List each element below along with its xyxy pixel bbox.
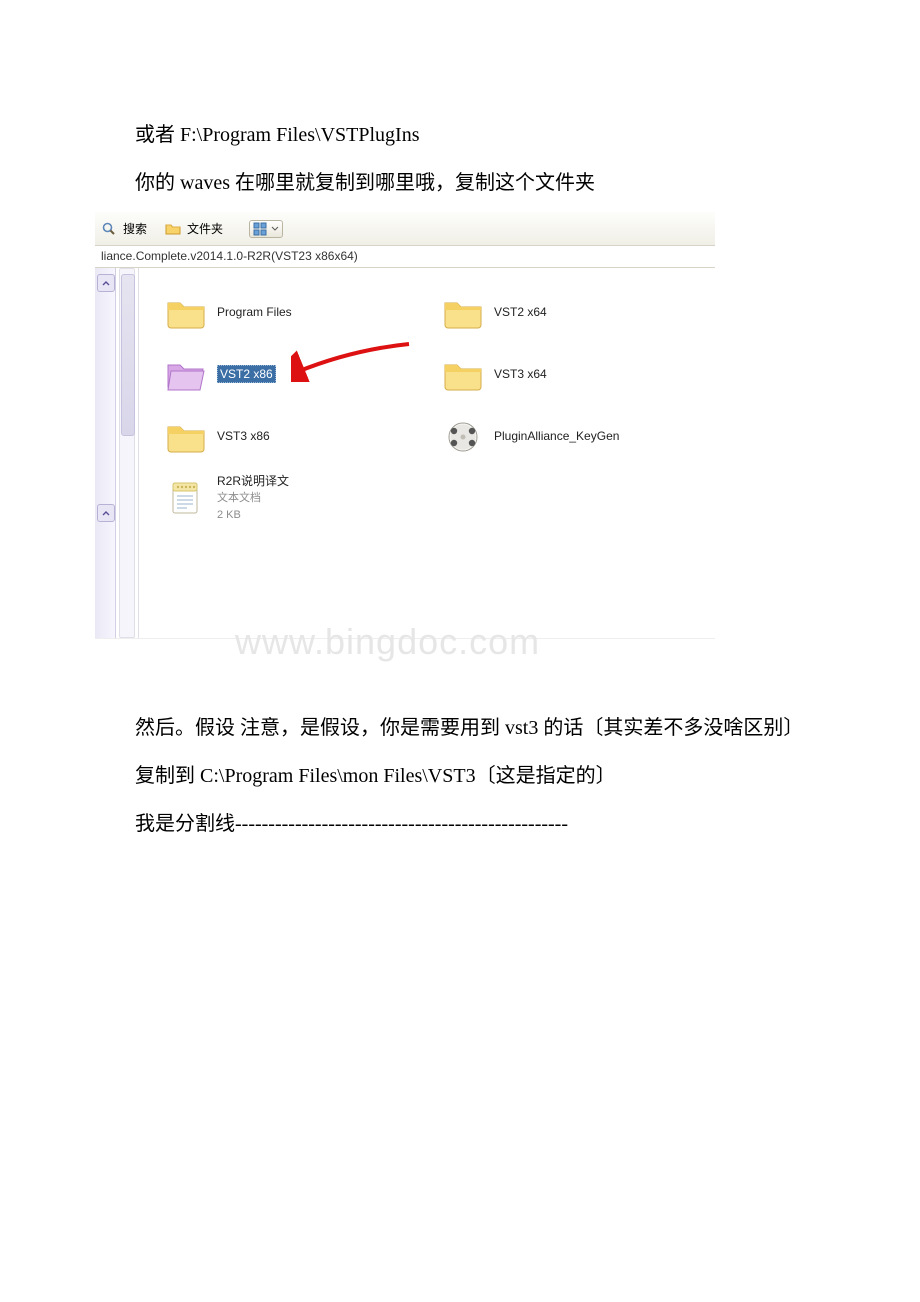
folder-icon xyxy=(442,293,484,331)
folder-vst3-x86[interactable]: VST3 x86 xyxy=(165,406,432,466)
toolbar: 搜索 文件夹 xyxy=(95,212,715,246)
folder-icon xyxy=(442,355,484,393)
folder-icon xyxy=(165,417,207,455)
chevron-down-icon xyxy=(271,222,279,236)
exe-icon xyxy=(442,417,484,455)
watermark: www.bingdoc.com xyxy=(235,621,540,663)
folder-open-icon xyxy=(165,355,207,393)
address-bar[interactable]: liance.Complete.v2014.1.0-R2R(VST23 x86x… xyxy=(95,246,715,268)
folder-program-files[interactable]: Program Files xyxy=(165,282,432,342)
paragraph-vst3: 然后。假设 注意，是假设，你是需要用到 vst3 的话〔其实差不多没啥区别〕 xyxy=(95,709,825,747)
file-r2r-text[interactable]: R2R说明译文 文本文档 2 KB xyxy=(165,468,432,528)
folders-icon xyxy=(165,221,181,237)
search-icon xyxy=(101,221,117,237)
folder-label: Program Files xyxy=(217,305,292,319)
paragraph-copy-path: 复制到 C:\Program Files\mon Files\VST3〔这是指定… xyxy=(95,757,825,795)
file-list: Program Files VST2 x64 VST2 x86 xyxy=(139,268,715,638)
side-panel xyxy=(95,268,116,638)
panel-collapse-1[interactable] xyxy=(97,274,115,292)
paragraph-divider: 我是分割线-----------------------------------… xyxy=(95,805,825,843)
folder-label: VST3 x64 xyxy=(494,367,547,381)
views-button[interactable] xyxy=(249,220,283,238)
folder-label: VST2 x86 xyxy=(217,365,276,383)
file-type: 文本文档 xyxy=(217,492,261,504)
search-label[interactable]: 搜索 xyxy=(123,220,147,237)
text-file-icon xyxy=(165,479,207,517)
file-label: R2R说明译文 xyxy=(217,474,289,488)
panel-collapse-2[interactable] xyxy=(97,504,115,522)
folder-icon xyxy=(165,293,207,331)
paragraph-path: 或者 F:\Program Files\VSTPlugIns xyxy=(95,116,825,154)
folder-vst2-x86[interactable]: VST2 x86 xyxy=(165,344,432,404)
folder-vst3-x64[interactable]: VST3 x64 xyxy=(442,344,709,404)
file-explorer: 搜索 文件夹 liance.Complete.v2014.1.0-R2R(VST… xyxy=(95,212,715,639)
folder-label: VST3 x86 xyxy=(217,429,270,443)
folder-vst2-x64[interactable]: VST2 x64 xyxy=(442,282,709,342)
paragraph-instruction: 你的 waves 在哪里就复制到哪里哦，复制这个文件夹 xyxy=(95,164,825,202)
file-size: 2 KB xyxy=(217,509,241,521)
file-label: PluginAlliance_KeyGen xyxy=(494,429,619,443)
file-keygen[interactable]: PluginAlliance_KeyGen xyxy=(442,406,709,466)
folders-label[interactable]: 文件夹 xyxy=(187,220,223,237)
folder-label: VST2 x64 xyxy=(494,305,547,319)
tree-scrollbar[interactable] xyxy=(116,268,139,638)
views-icon xyxy=(253,222,269,236)
